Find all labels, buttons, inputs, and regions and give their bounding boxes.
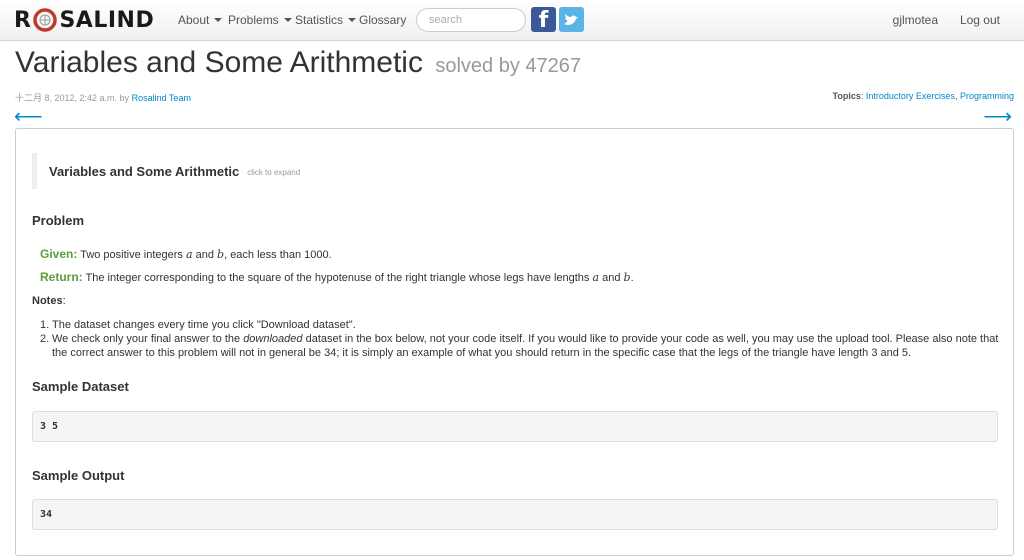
given-line: Given: Two positive integers a and b, ea… xyxy=(40,247,332,261)
problem-date: 十二月 8, 2012, 2:42 a.m. by xyxy=(15,93,130,103)
nav-glossary[interactable]: Glossary xyxy=(359,13,406,27)
caret-down-icon xyxy=(214,18,223,22)
nav-statistics[interactable]: Statistics xyxy=(295,13,357,27)
notes-list: 1. The dataset changes every time you cl… xyxy=(40,318,1000,360)
problem-summary[interactable]: Variables and Some Arithmetic click to e… xyxy=(32,153,300,189)
note2-part-a: We check only your final answer to the xyxy=(52,333,241,345)
next-problem-arrow-icon[interactable]: ⟶ xyxy=(983,107,1012,127)
problem-heading: Problem xyxy=(32,213,85,228)
solved-count[interactable]: solved by 47267 xyxy=(435,55,581,77)
nav-about[interactable]: About xyxy=(178,13,223,27)
prev-problem-arrow-icon[interactable]: ⟵ xyxy=(14,107,43,127)
logout-link[interactable]: Log out xyxy=(960,13,1000,27)
topic-link-programming[interactable]: Programming xyxy=(960,91,1014,101)
return-end: . xyxy=(630,272,634,284)
return-line: Return: The integer corresponding to the… xyxy=(40,270,634,284)
topic-link-introductory[interactable]: Introductory Exercises xyxy=(866,91,955,101)
twitter-icon[interactable] xyxy=(559,7,584,32)
problem-box: Variables and Some Arithmetic click to e… xyxy=(15,128,1014,556)
page-title: Variables and Some Arithmetic solved by … xyxy=(15,46,581,80)
logo-ring-icon xyxy=(33,8,58,32)
note2-emphasis: downloaded xyxy=(243,333,303,345)
return-var-a: a xyxy=(592,271,600,284)
author-link[interactable]: Rosalind Team xyxy=(132,93,191,103)
nav-problems-label: Problems xyxy=(228,13,279,27)
rosalind-logo[interactable]: R SALIND xyxy=(14,7,154,33)
sample-output-box[interactable]: 34 xyxy=(32,499,998,530)
note-text: The dataset changes every time you click… xyxy=(52,319,356,331)
sample-dataset-heading: Sample Dataset xyxy=(32,379,129,394)
given-label: Given: xyxy=(40,247,78,261)
given-text-end: , each less than 1000. xyxy=(224,249,332,261)
note-text: We check only your final answer to the d… xyxy=(52,332,1000,360)
given-and: and xyxy=(195,249,214,261)
note-number: 2. xyxy=(40,333,50,345)
caret-down-icon xyxy=(283,18,292,22)
logo-text-right: SALIND xyxy=(59,7,155,33)
page-title-text: Variables and Some Arithmetic xyxy=(15,46,423,79)
list-item: 1. The dataset changes every time you cl… xyxy=(40,318,1000,332)
notes-colon: : xyxy=(62,295,66,307)
navbar: R SALIND About Problems Statistics Gloss… xyxy=(0,0,1024,41)
nav-statistics-label: Statistics xyxy=(295,13,344,27)
search-input[interactable] xyxy=(416,8,526,32)
return-label: Return: xyxy=(40,270,83,284)
topics-label: Topics xyxy=(832,91,861,101)
return-text: The integer corresponding to the square … xyxy=(85,272,590,284)
notes-label-text: Notes xyxy=(32,295,63,307)
given-text: Two positive integers xyxy=(80,249,183,261)
problem-meta: 十二月 8, 2012, 2:42 a.m. by Rosalind Team xyxy=(15,91,191,104)
sample-output-heading: Sample Output xyxy=(32,468,125,483)
nav-glossary-label: Glossary xyxy=(359,13,407,27)
sample-dataset-box[interactable]: 3 5 xyxy=(32,411,998,442)
nav-about-label: About xyxy=(178,13,210,27)
expand-hint[interactable]: click to expand xyxy=(247,168,300,177)
logo-text-left: R xyxy=(14,7,32,33)
nav-problems[interactable]: Problems xyxy=(228,13,292,27)
facebook-icon[interactable]: f xyxy=(531,7,556,33)
note-number: 1. xyxy=(40,319,50,331)
list-item: 2. We check only your final answer to th… xyxy=(40,332,1000,360)
summary-title: Variables and Some Arithmetic xyxy=(49,163,240,179)
return-and: and xyxy=(602,272,621,284)
caret-down-icon xyxy=(348,18,357,22)
user-name-link[interactable]: gjlmotea xyxy=(893,13,938,27)
notes-label: Notes: xyxy=(32,295,66,307)
var-a: a xyxy=(185,248,193,261)
topics: Topics: Introductory Exercises, Programm… xyxy=(833,91,1014,101)
return-var-b: b xyxy=(623,271,631,284)
